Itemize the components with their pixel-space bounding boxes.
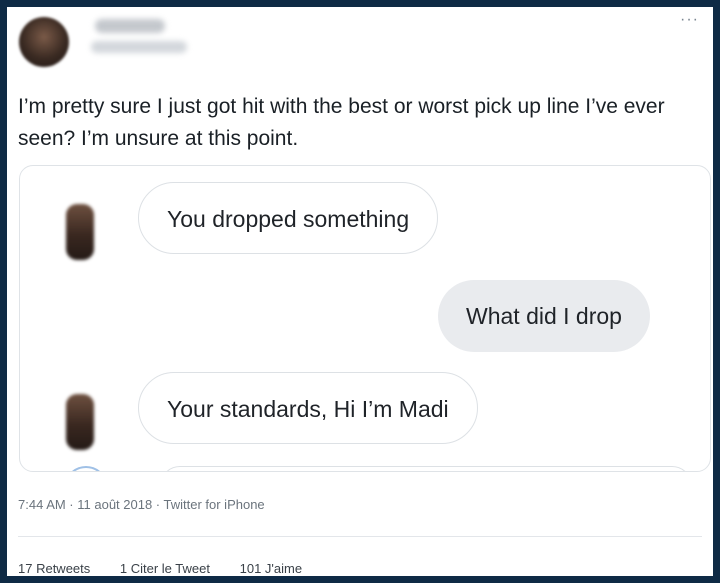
sender-avatar xyxy=(66,204,94,260)
tweet-stats: 17 Retweets 1 Citer le Tweet 101 J'aime xyxy=(18,561,328,576)
message-incoming: You dropped something xyxy=(138,182,439,254)
retweets-count[interactable]: 17 Retweets xyxy=(18,561,90,576)
quote-tweets-count[interactable]: 1 Citer le Tweet xyxy=(120,561,210,576)
message-incoming: Your standards, Hi I’m Madi xyxy=(138,372,478,444)
sender-avatar xyxy=(66,394,94,450)
tweet-card: ··· I’m pretty sure I just got hit with … xyxy=(7,7,713,576)
tweet-media-screenshot[interactable]: You dropped something What did I drop Yo… xyxy=(19,165,711,472)
message-outgoing: What did I drop xyxy=(438,280,650,352)
more-icon[interactable]: ··· xyxy=(680,11,699,29)
tweet-timestamp[interactable]: 7:44 AM · 11 août 2018 · Twitter for iPh… xyxy=(18,497,265,512)
author-avatar[interactable] xyxy=(19,17,69,67)
tweet-text: I’m pretty sure I just got hit with the … xyxy=(18,95,665,150)
divider xyxy=(18,536,702,537)
partial-avatar xyxy=(64,466,108,471)
likes-count[interactable]: 101 J'aime xyxy=(240,561,302,576)
message-partial xyxy=(160,466,692,471)
author-name-blurred[interactable] xyxy=(95,19,165,33)
author-handle-blurred[interactable] xyxy=(91,41,187,53)
